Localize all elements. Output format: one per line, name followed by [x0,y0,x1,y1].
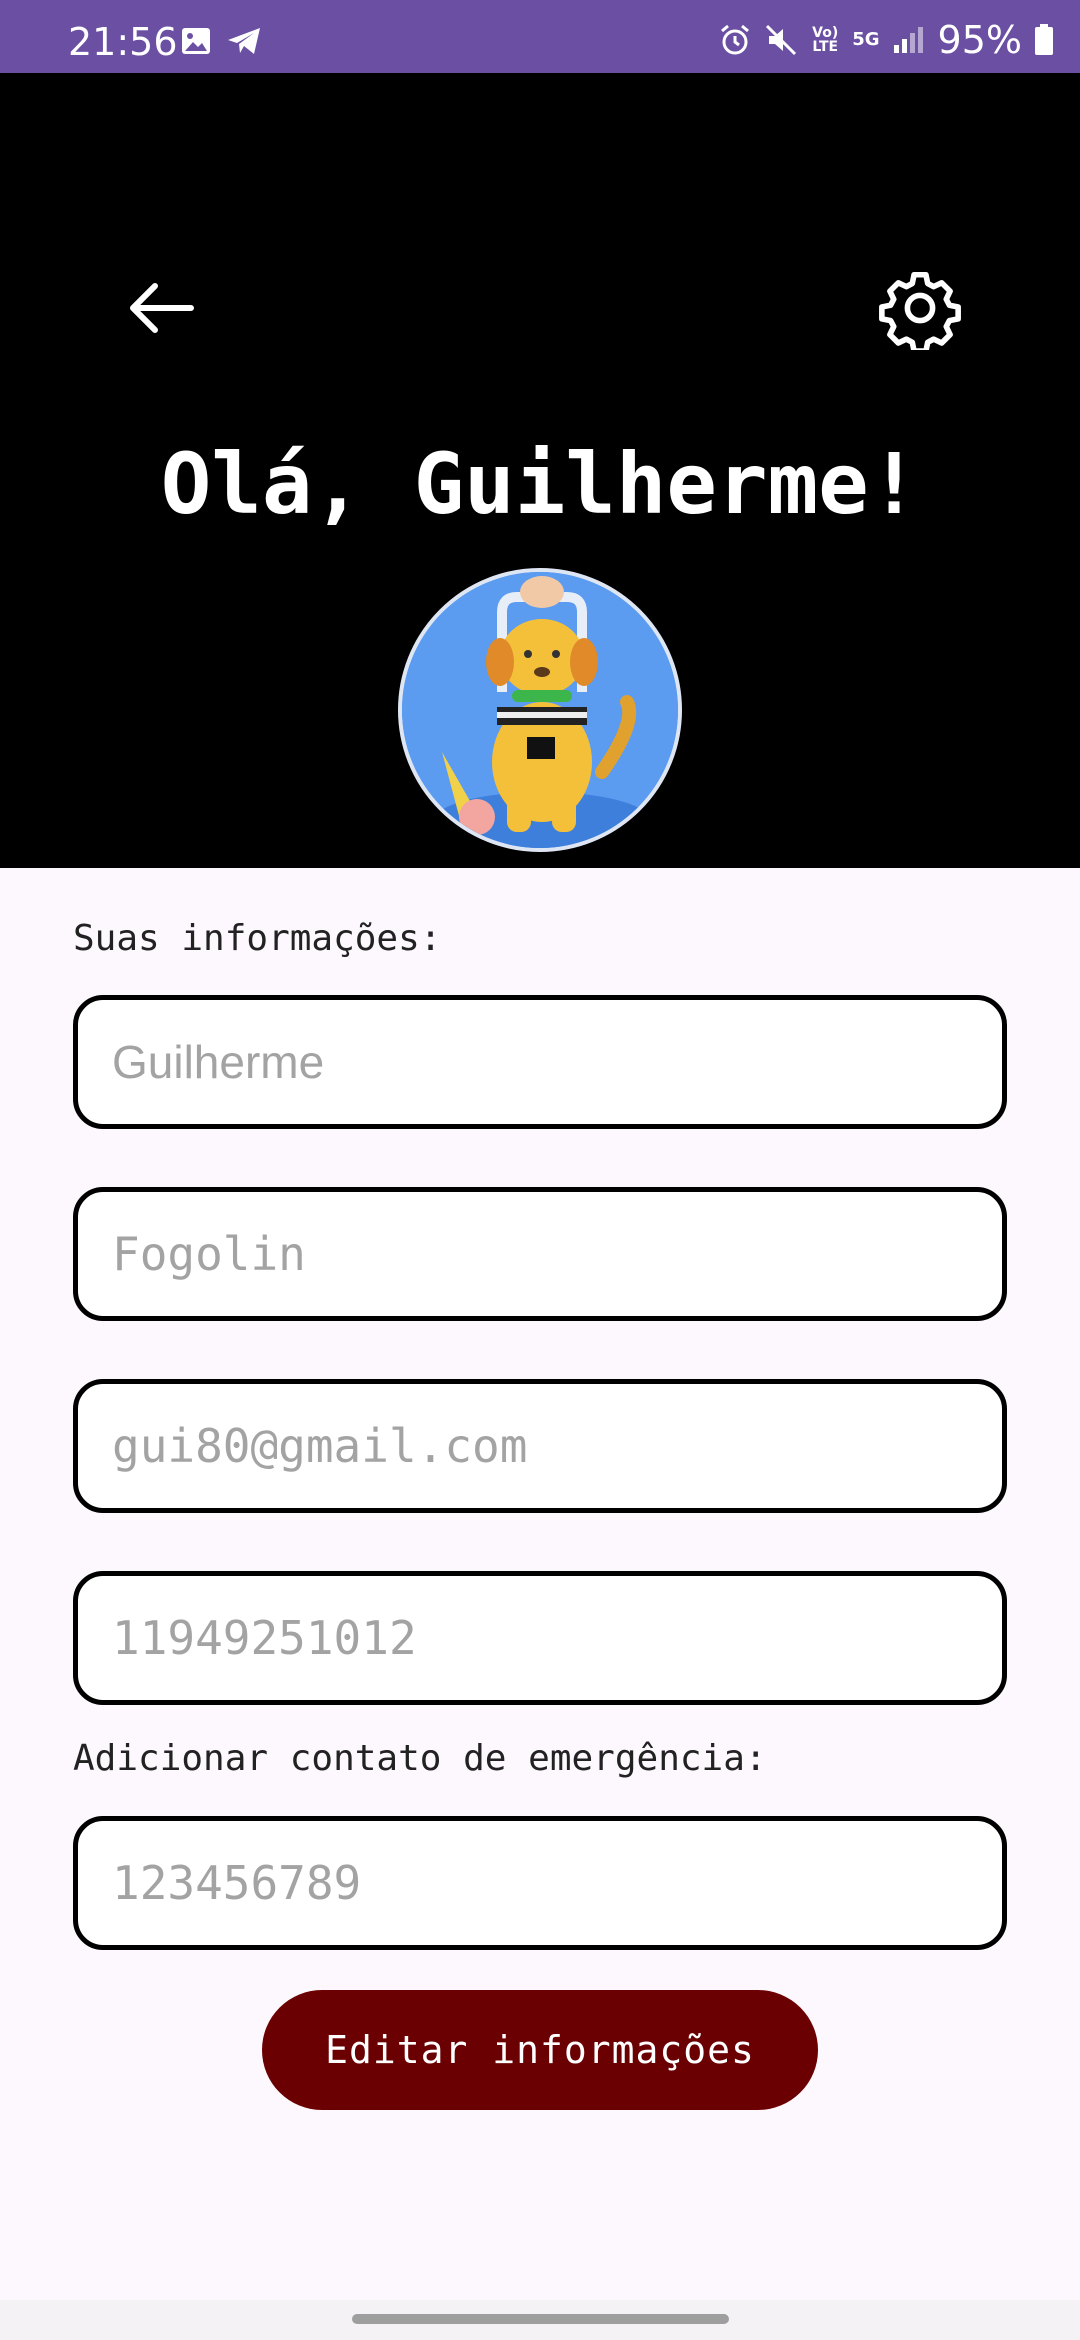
status-time: 21:56 [68,20,178,64]
first-name-input[interactable] [78,1000,1002,1124]
email-field[interactable] [73,1379,1007,1513]
status-left-icons [180,26,262,56]
battery-icon [1034,24,1054,56]
edit-info-button[interactable]: Editar informações [262,1990,818,2110]
status-bar: 21:56 Vo) LTE 5G 95% [0,0,1080,73]
emergency-contact-field[interactable] [73,1816,1007,1950]
avatar[interactable] [398,568,682,852]
back-button[interactable] [120,268,200,348]
profile-header: Olá, Guilherme! [0,73,1080,868]
battery-percentage: 95% [937,18,1022,62]
arrow-left-icon [130,283,194,333]
phone-input[interactable] [78,1576,1002,1700]
last-name-input[interactable] [78,1192,1002,1316]
signal-icon [892,25,926,55]
info-section-label: Suas informações: [73,918,442,959]
emergency-contact-input[interactable] [78,1821,1002,1945]
first-name-field[interactable] [73,995,1007,1129]
network-type-icon: 5G [852,29,880,50]
alarm-icon [718,23,752,57]
emergency-section-label: Adicionar contato de emergência: [73,1738,767,1779]
telegram-icon [226,26,262,56]
phone-field[interactable] [73,1571,1007,1705]
volte-icon: Vo) LTE [812,25,839,55]
dog-avatar-image [402,572,678,848]
greeting-title: Olá, Guilherme! [160,435,920,533]
last-name-field[interactable] [73,1187,1007,1321]
email-input[interactable] [78,1384,1002,1508]
mute-icon [764,23,798,57]
home-gesture-handle[interactable] [352,2314,729,2324]
status-right-icons: Vo) LTE 5G 95% [718,18,1054,62]
image-icon [180,26,212,56]
settings-button[interactable] [870,263,970,353]
gear-icon [879,271,961,350]
